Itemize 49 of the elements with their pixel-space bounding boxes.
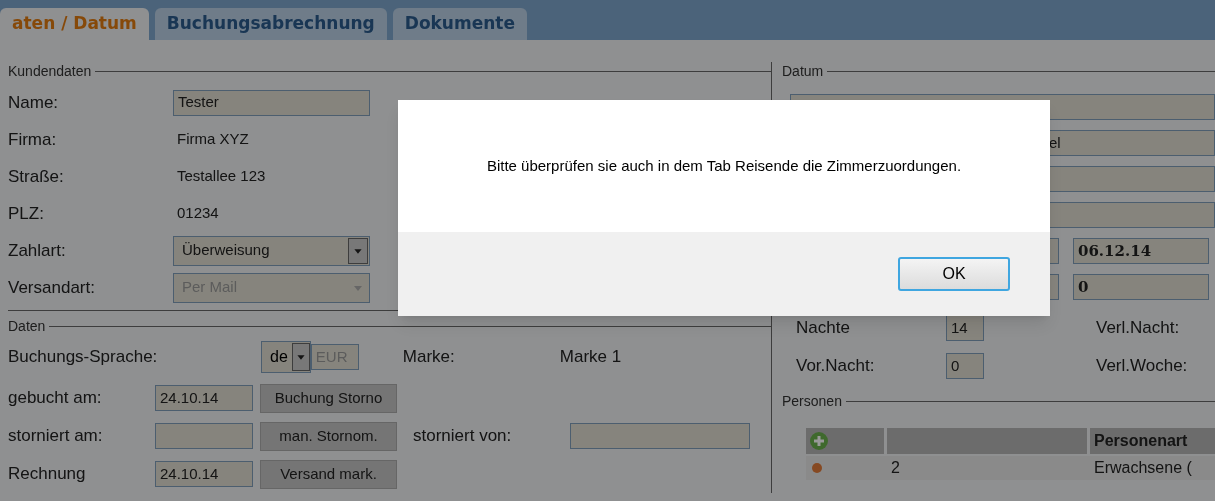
input-field[interactable]: 0 bbox=[946, 353, 984, 379]
field-value: Marke 1 bbox=[559, 346, 622, 369]
caret-icon bbox=[291, 343, 310, 371]
group-legend: Datum bbox=[782, 60, 824, 82]
input-field[interactable]: 0 bbox=[1073, 274, 1209, 300]
dropdown[interactable]: Überweisung bbox=[173, 235, 370, 266]
table-cell-text: Erwachsene ( bbox=[1093, 458, 1193, 478]
field-label: Name: bbox=[8, 91, 60, 114]
field-label: storniert von: bbox=[413, 425, 513, 448]
table-cell-text: 2 bbox=[890, 458, 901, 478]
field-value: 01234 bbox=[176, 203, 219, 224]
language-dropdown[interactable]: de bbox=[261, 341, 311, 373]
input-field[interactable]: 06.12.14 bbox=[1073, 238, 1209, 264]
caret-icon bbox=[348, 237, 368, 264]
field-value: Firma XYZ bbox=[176, 129, 249, 150]
action-button[interactable]: Versand mark. bbox=[260, 459, 397, 489]
field-label: Marke: bbox=[402, 346, 456, 369]
input-field[interactable]: Tester bbox=[173, 89, 370, 116]
field-value: Testallee 123 bbox=[176, 166, 266, 187]
tab[interactable]: Dokumente bbox=[392, 8, 527, 40]
ok-button[interactable]: OK bbox=[898, 257, 1010, 291]
tab[interactable]: Buchungsabrechnung bbox=[154, 8, 387, 40]
field-label: Vor.Nacht: bbox=[796, 355, 876, 378]
group-legend: Daten bbox=[8, 315, 46, 337]
field-label: Firma: bbox=[8, 128, 58, 151]
field-label: Verl.Woche: bbox=[1096, 355, 1188, 378]
field-label: Rechnung bbox=[8, 463, 87, 486]
field-label: gebucht am: bbox=[8, 387, 103, 410]
field-label: PLZ: bbox=[8, 202, 45, 225]
add-icon[interactable] bbox=[810, 432, 828, 450]
field-label: Buchungs-Sprache: bbox=[8, 346, 159, 369]
field-label: Versandart: bbox=[8, 276, 96, 299]
input-field[interactable]: 24.10.14 bbox=[155, 461, 253, 487]
field-label: Zahlart: bbox=[8, 239, 67, 262]
group-legend: Personen bbox=[782, 390, 842, 412]
action-button[interactable]: Buchung Storno bbox=[260, 383, 397, 413]
remove-icon[interactable] bbox=[812, 463, 822, 473]
dialog-message: Bitte überprüfen sie auch in dem Tab Reisende die Zimmerzuordungen. bbox=[486, 155, 962, 176]
field-label: storniert am: bbox=[8, 425, 104, 448]
column-header: Personenart bbox=[1090, 428, 1215, 454]
input-field[interactable] bbox=[570, 423, 750, 449]
input-field[interactable] bbox=[155, 423, 253, 449]
field-label: Nachte bbox=[796, 317, 851, 340]
action-button[interactable]: man. Stornom. bbox=[260, 421, 397, 451]
group-legend: Kundendaten bbox=[8, 60, 92, 82]
input-field[interactable]: 24.10.14 bbox=[155, 385, 253, 411]
field-label: Verl.Nacht: bbox=[1096, 317, 1180, 340]
field-label: Straße: bbox=[8, 165, 65, 188]
input-field[interactable]: 14 bbox=[946, 315, 984, 341]
